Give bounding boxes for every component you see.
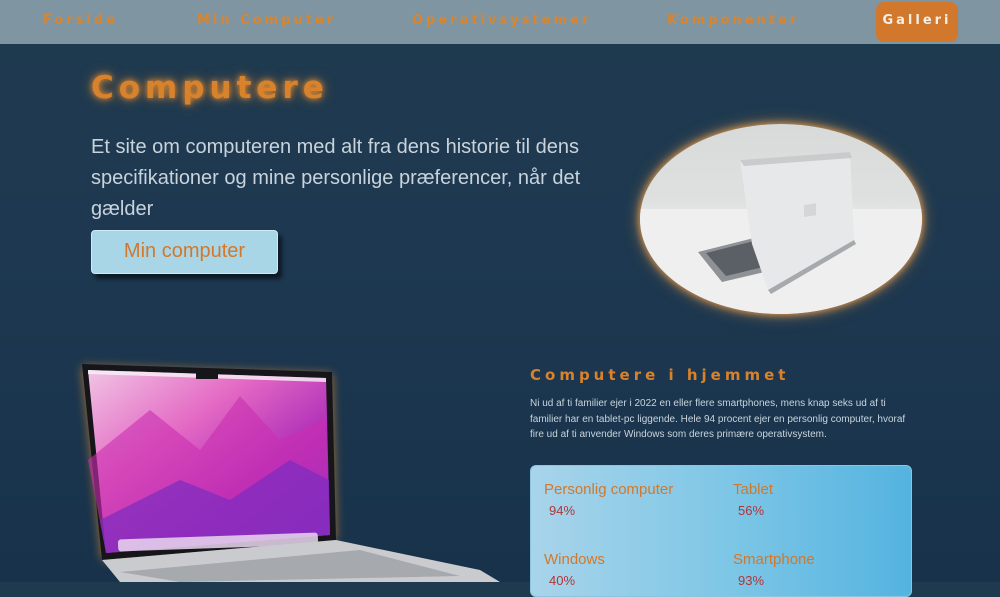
stat-label-personlig-computer: Personlig computer xyxy=(544,481,674,498)
stats-title: Computere i hjemmet xyxy=(530,366,790,384)
stat-label-tablet: Tablet xyxy=(733,481,774,498)
stat-label-windows: Windows xyxy=(544,551,605,568)
nav-link-forside[interactable]: Forside xyxy=(43,0,118,44)
laptop-back-illustration xyxy=(640,152,922,314)
nav-link-komponenter[interactable]: Komponenter xyxy=(667,0,799,44)
stats-card: Personlig computer 94% Tablet 56% Window… xyxy=(530,465,912,597)
stat-value-tablet: 56% xyxy=(738,503,765,518)
top-navigation: Forside Min Computer Operativsystemer Ko… xyxy=(0,0,1000,44)
hero-description: Et site om computeren med alt fra dens h… xyxy=(91,136,581,220)
stat-value-smartphone: 93% xyxy=(738,573,765,588)
laptop-front-photo xyxy=(60,340,500,582)
stat-value-personlig-computer: 94% xyxy=(549,503,576,518)
stats-description: Ni ud af ti familier ejer i 2022 en elle… xyxy=(530,398,906,440)
nav-link-min-computer[interactable]: Min Computer xyxy=(197,0,336,44)
nav-link-operativsystemer[interactable]: Operativsystemer xyxy=(412,0,591,44)
hero-title: Computere xyxy=(91,70,329,106)
stat-value-windows: 40% xyxy=(549,573,576,588)
min-computer-button[interactable]: Min computer xyxy=(91,230,278,274)
stat-label-smartphone: Smartphone xyxy=(733,551,815,568)
laptop-illustration xyxy=(82,364,500,582)
laptop-back-photo xyxy=(640,124,922,314)
nav-link-galleri[interactable]: Galleri xyxy=(876,2,958,42)
